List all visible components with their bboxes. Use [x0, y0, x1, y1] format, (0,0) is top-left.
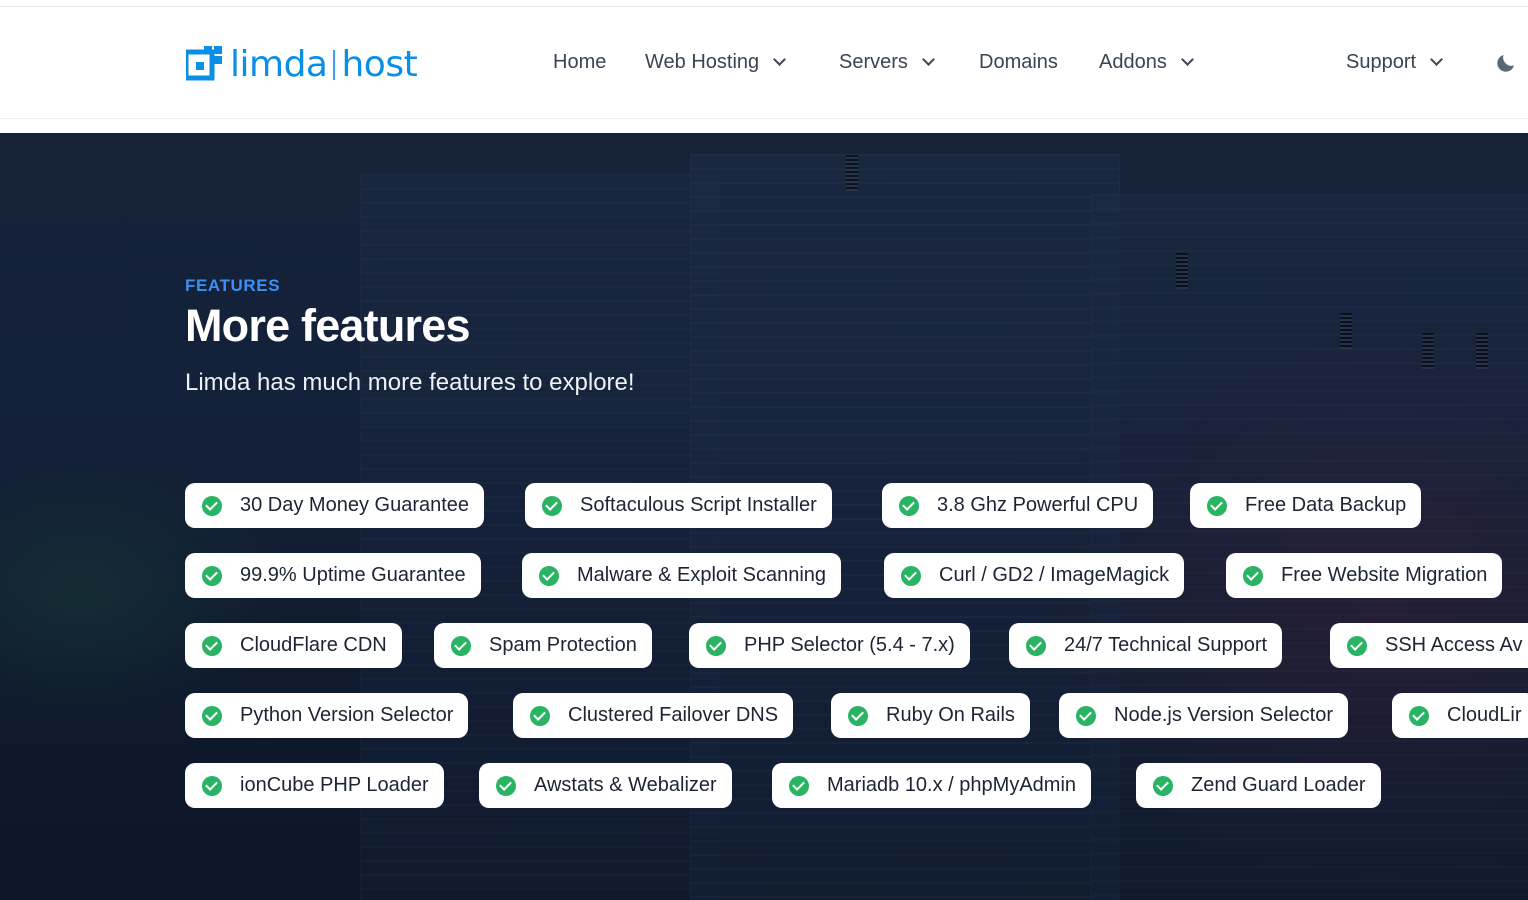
nav-web-hosting[interactable]: Web Hosting [645, 47, 787, 77]
feature-pill: Zend Guard Loader [1136, 763, 1381, 808]
feature-pill: Malware & Exploit Scanning [522, 553, 842, 598]
feature-pill-label: Ruby On Rails [886, 704, 1015, 726]
features-section: FEATURES More features Limda has much mo… [0, 133, 1528, 900]
top-border [0, 0, 1528, 7]
feature-pill-label: Softaculous Script Installer [580, 494, 817, 516]
check-circle-icon [542, 495, 562, 516]
feature-pill: 30 Day Money Guarantee [185, 483, 485, 528]
feature-pill: Ruby On Rails [831, 693, 1030, 738]
feature-pill: 24/7 Technical Support [1009, 623, 1283, 668]
check-circle-icon [202, 565, 222, 586]
feature-pill-label: Clustered Failover DNS [568, 704, 779, 726]
chevron-down-icon [1430, 52, 1443, 66]
feature-pill-label: Node.js Version Selector [1114, 704, 1334, 726]
chevron-down-icon [922, 52, 935, 66]
nav-support[interactable]: Support [1346, 47, 1443, 77]
feature-pill: Spam Protection [434, 623, 652, 668]
feature-pill: Clustered Failover DNS [513, 693, 794, 738]
rack-vent [1476, 333, 1488, 369]
nav-domains[interactable]: Domains [979, 47, 1058, 77]
nav-web-hosting-label: Web Hosting [645, 50, 760, 73]
feature-pill-label: CloudLir [1447, 704, 1522, 726]
check-circle-icon [706, 635, 726, 656]
feature-pill: SSH Access Av [1330, 623, 1528, 668]
check-circle-icon [530, 705, 550, 726]
nav-domains-label: Domains [979, 50, 1058, 73]
check-circle-icon [202, 635, 222, 656]
section-eyebrow: FEATURES [185, 276, 281, 295]
feature-pill-label: 99.9% Uptime Guarantee [240, 564, 466, 586]
check-circle-icon [1347, 635, 1367, 656]
feature-pill: Mariadb 10.x / phpMyAdmin [772, 763, 1092, 808]
check-circle-icon [202, 705, 222, 726]
check-circle-icon [202, 495, 222, 516]
feature-pill-label: PHP Selector (5.4 - 7.x) [744, 634, 955, 656]
moon-icon[interactable] [1494, 51, 1518, 75]
check-circle-icon [451, 635, 471, 656]
chevron-down-icon [773, 52, 787, 66]
rack-vent [1340, 313, 1352, 349]
nav-home-label: Home [553, 50, 607, 73]
nav-servers-label: Servers [839, 50, 908, 73]
nav-support-label: Support [1346, 50, 1417, 73]
check-circle-icon [901, 565, 921, 586]
site-header: limda host Home Web Hosting Servers Domai… [0, 7, 1528, 119]
nav-addons[interactable]: Addons [1099, 47, 1194, 77]
feature-pill-label: Free Website Migration [1281, 564, 1488, 586]
feature-pill: Free Data Backup [1190, 483, 1422, 528]
feature-pill-label: ionCube PHP Loader [240, 774, 429, 796]
check-circle-icon [1153, 775, 1173, 796]
feature-pill: Curl / GD2 / ImageMagick [884, 553, 1185, 598]
feature-pill: Python Version Selector [185, 693, 469, 738]
section-title: More features [185, 300, 471, 351]
feature-pill-label: 24/7 Technical Support [1064, 634, 1268, 656]
feature-pill: ionCube PHP Loader [185, 763, 444, 808]
check-circle-icon [496, 775, 516, 796]
check-circle-icon [1076, 705, 1096, 726]
feature-pill-label: Spam Protection [489, 634, 637, 656]
feature-pill: Free Website Migration [1226, 553, 1503, 598]
check-circle-icon [202, 775, 222, 796]
feature-pill-label: SSH Access Av [1385, 634, 1523, 656]
rack-vent [1422, 333, 1434, 369]
check-circle-icon [848, 705, 868, 726]
feature-pill: Node.js Version Selector [1059, 693, 1349, 738]
feature-pill-label: Free Data Backup [1245, 494, 1407, 516]
check-circle-icon [539, 565, 559, 586]
feature-pill-label: Awstats & Webalizer [534, 774, 717, 796]
nav-home[interactable]: Home [553, 47, 606, 77]
feature-pill-label: Malware & Exploit Scanning [577, 564, 827, 586]
rack-vent [1176, 253, 1188, 289]
check-circle-icon [1026, 635, 1046, 656]
section-subtitle: Limda has much more features to explore! [185, 369, 635, 396]
check-circle-icon [1207, 495, 1227, 516]
feature-pill: 99.9% Uptime Guarantee [185, 553, 481, 598]
feature-pill-label: Zend Guard Loader [1191, 774, 1366, 796]
check-circle-icon [899, 495, 919, 516]
feature-pill-label: 3.8 Ghz Powerful CPU [937, 494, 1139, 516]
feature-pill-label: Mariadb 10.x / phpMyAdmin [827, 774, 1077, 796]
feature-pill-label: CloudFlare CDN [240, 634, 387, 656]
check-circle-icon [1243, 565, 1263, 586]
feature-pill: Softaculous Script Installer [525, 483, 832, 528]
check-circle-icon [789, 775, 809, 796]
feature-pill-label: Python Version Selector [240, 704, 454, 726]
feature-pill: 3.8 Ghz Powerful CPU [882, 483, 1154, 528]
feature-pill-label: Curl / GD2 / ImageMagick [939, 564, 1170, 586]
feature-pill-label: 30 Day Money Guarantee [240, 494, 470, 516]
nav-servers[interactable]: Servers [839, 47, 935, 77]
check-circle-icon [1409, 705, 1429, 726]
feature-pill: Awstats & Webalizer [479, 763, 732, 808]
feature-pill: PHP Selector (5.4 - 7.x) [689, 623, 970, 668]
rack-vent [846, 155, 858, 191]
feature-pill: CloudFlare CDN [185, 623, 402, 668]
feature-pill: CloudLir [1392, 693, 1528, 738]
nav-addons-label: Addons [1099, 50, 1167, 73]
chevron-down-icon [1180, 52, 1194, 66]
main-nav: Home Web Hosting Servers Domains Addons … [0, 47, 1528, 77]
